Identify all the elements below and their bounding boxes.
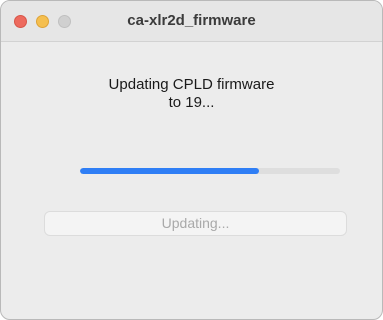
title-bar[interactable]: ca-xlr2d_firmware bbox=[1, 1, 382, 42]
status-message-line-1: Updating CPLD firmware bbox=[108, 76, 275, 93]
status-message-line-2: to 19... bbox=[168, 94, 215, 111]
progress-bar-fill bbox=[80, 168, 260, 174]
progress-bar bbox=[80, 168, 340, 174]
firmware-update-window: ca-xlr2d_firmware Updating CPLD firmware… bbox=[0, 0, 383, 320]
updating-button: Updating... bbox=[44, 211, 347, 236]
window-title: ca-xlr2d_firmware bbox=[127, 12, 256, 29]
